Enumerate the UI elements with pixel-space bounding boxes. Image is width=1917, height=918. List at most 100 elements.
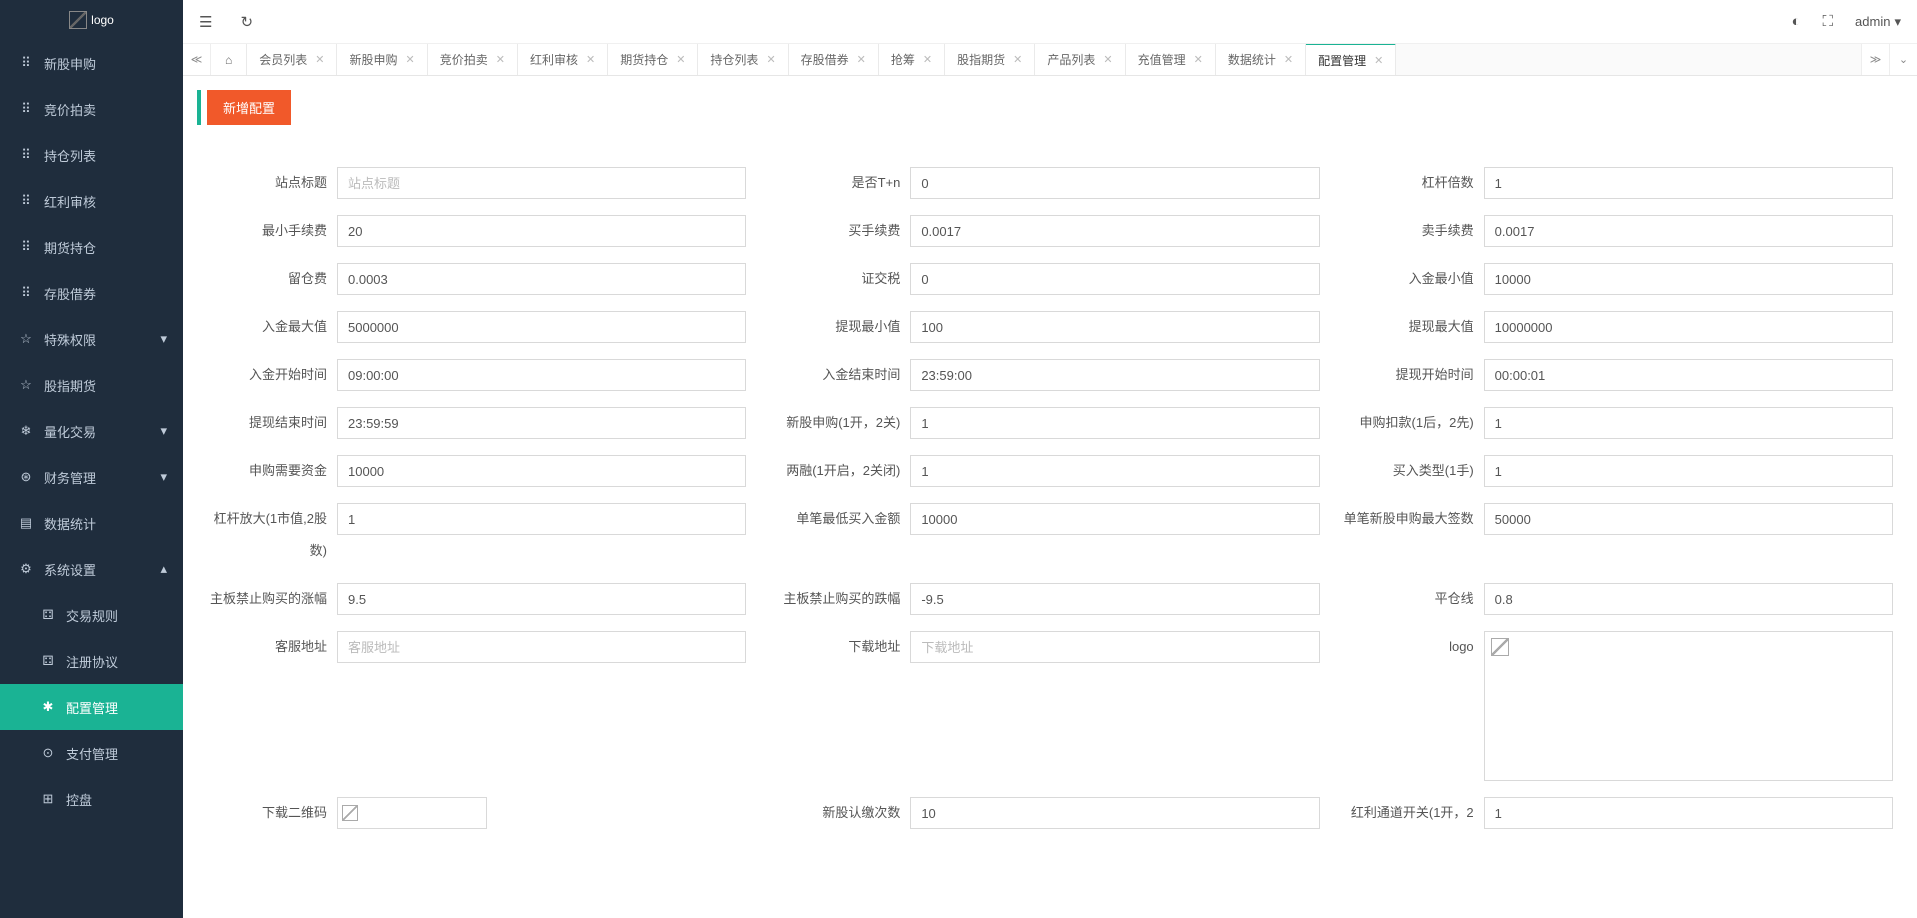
close-icon[interactable]: ✕	[1374, 54, 1383, 67]
menu-label: 交易规则	[66, 606, 118, 625]
input-tn[interactable]	[910, 167, 1319, 199]
sidebar-item-hongli[interactable]: ⠿红利审核	[0, 178, 183, 224]
input-withdraw-min[interactable]	[910, 311, 1319, 343]
sidebar-item-cungu[interactable]: ⠿存股借券	[0, 270, 183, 316]
sidebar-item-teshu[interactable]: ☆特殊权限▾	[0, 316, 183, 362]
input-kefu[interactable]	[337, 631, 746, 663]
input-ipo-max-lot[interactable]	[1484, 503, 1893, 535]
close-icon[interactable]: ✕	[496, 53, 505, 66]
tab-home[interactable]: ⌂	[211, 44, 247, 75]
sidebar-sub-kongpan[interactable]: ⊞控盘	[0, 776, 183, 822]
sidebar-item-guzhi[interactable]: ☆股指期货	[0, 362, 183, 408]
sidebar-item-jingjia[interactable]: ⠿竞价拍卖	[0, 86, 183, 132]
tab-1[interactable]: 新股申购 ✕	[337, 44, 427, 75]
input-margin-switch[interactable]	[910, 455, 1319, 487]
tabs-dropdown[interactable]: ⌄	[1889, 44, 1917, 75]
input-max-down[interactable]	[910, 583, 1319, 615]
input-deposit-max[interactable]	[337, 311, 746, 343]
input-sell-fee[interactable]	[1484, 215, 1893, 247]
sidebar-sub-peizhi[interactable]: ✱配置管理	[0, 684, 183, 730]
sidebar-item-xingu[interactable]: ⠿新股申购	[0, 40, 183, 86]
input-tax[interactable]	[910, 263, 1319, 295]
menu-label: 注册协议	[66, 652, 118, 671]
tab-9[interactable]: 产品列表✕	[1035, 44, 1125, 75]
tab-7[interactable]: 抢筹✕	[879, 44, 945, 75]
qrcode-upload[interactable]	[337, 797, 487, 829]
sidebar-item-chicang[interactable]: ⠿持仓列表	[0, 132, 183, 178]
input-buy-type[interactable]	[1484, 455, 1893, 487]
fullscreen-icon[interactable]: ⛶	[1823, 13, 1834, 30]
input-ipo-fund[interactable]	[337, 455, 746, 487]
label-logo: logo	[1344, 631, 1484, 663]
input-ipo-deduct[interactable]	[1484, 407, 1893, 439]
input-withdraw-start[interactable]	[1484, 359, 1893, 391]
sidebar-sub-zhifu[interactable]: ⊙支付管理	[0, 730, 183, 776]
close-icon[interactable]: ✕	[406, 53, 415, 66]
close-icon[interactable]: ✕	[676, 53, 685, 66]
input-deposit-end[interactable]	[910, 359, 1319, 391]
sidebar-item-shuju[interactable]: ▤数据统计	[0, 500, 183, 546]
sidebar-item-xitong[interactable]: ⚙系统设置▴	[0, 546, 183, 592]
input-deposit-min[interactable]	[1484, 263, 1893, 295]
tab-10[interactable]: 充值管理✕	[1126, 44, 1216, 75]
tab-label: 股指期货	[957, 51, 1005, 68]
close-icon[interactable]: ✕	[586, 53, 595, 66]
logo-upload[interactable]	[1484, 631, 1893, 781]
tab-0[interactable]: 会员列表✕	[247, 44, 337, 75]
input-liquidation[interactable]	[1484, 583, 1893, 615]
input-site-title[interactable]	[337, 167, 746, 199]
close-icon[interactable]: ✕	[766, 53, 775, 66]
input-leverage[interactable]	[1484, 167, 1893, 199]
input-ipo-switch[interactable]	[910, 407, 1319, 439]
close-icon[interactable]: ✕	[315, 53, 324, 66]
menu-label: 财务管理	[44, 468, 96, 487]
tab-label: 新股申购	[349, 51, 397, 68]
close-icon[interactable]: ✕	[857, 53, 866, 66]
sidebar-sub-zhuce[interactable]: ⚃注册协议	[0, 638, 183, 684]
input-ipo-count[interactable]	[910, 797, 1319, 829]
close-icon[interactable]: ✕	[1103, 53, 1112, 66]
tab-3[interactable]: 红利审核✕	[518, 44, 608, 75]
tabs-scroll-right[interactable]: ≫	[1861, 44, 1889, 75]
refresh-icon[interactable]: ↻	[240, 13, 253, 31]
input-deposit-start[interactable]	[337, 359, 746, 391]
tab-5[interactable]: 持仓列表✕	[698, 44, 788, 75]
tabs-scroll-left[interactable]: ≪	[183, 44, 211, 75]
input-withdraw-max[interactable]	[1484, 311, 1893, 343]
sidebar-sub-jiaoyi[interactable]: ⚃交易规则	[0, 592, 183, 638]
input-min-buy-amount[interactable]	[910, 503, 1319, 535]
input-max-up[interactable]	[337, 583, 746, 615]
close-icon[interactable]: ✕	[923, 53, 932, 66]
sidebar-item-caiwu[interactable]: ⊛财务管理▾	[0, 454, 183, 500]
collapse-icon[interactable]: ☰	[199, 13, 212, 31]
input-hold-fee[interactable]	[337, 263, 746, 295]
theme-icon[interactable]: ◐	[1791, 13, 1800, 30]
close-icon[interactable]: ✕	[1013, 53, 1022, 66]
user-menu[interactable]: admin ▾	[1855, 14, 1901, 30]
add-config-button[interactable]: 新增配置	[207, 90, 291, 125]
tab-label: 竞价拍卖	[440, 51, 488, 68]
close-icon[interactable]: ✕	[1284, 53, 1293, 66]
label-deposit-min: 入金最小值	[1344, 263, 1484, 295]
tab-8[interactable]: 股指期货 ✕	[945, 44, 1035, 75]
menu-icon: ⊞	[40, 791, 56, 807]
label-max-up: 主板禁止购买的涨幅	[197, 583, 337, 615]
tab-2[interactable]: 竞价拍卖 ✕	[428, 44, 518, 75]
label-tn: 是否T+n	[770, 167, 910, 199]
input-download-url[interactable]	[910, 631, 1319, 663]
tab-label: 配置管理	[1318, 52, 1366, 69]
sidebar-item-qihuo[interactable]: ⠿期货持仓	[0, 224, 183, 270]
input-withdraw-end[interactable]	[337, 407, 746, 439]
input-min-fee[interactable]	[337, 215, 746, 247]
tab-12[interactable]: 配置管理 ✕	[1306, 44, 1396, 75]
tab-6[interactable]: 存股借券✕	[789, 44, 879, 75]
input-leverage-amp[interactable]	[337, 503, 746, 535]
chevron-down-icon: ▾	[1894, 14, 1901, 30]
input-buy-fee[interactable]	[910, 215, 1319, 247]
sidebar-item-lianghua[interactable]: ❄量化交易▾	[0, 408, 183, 454]
close-icon[interactable]: ✕	[1194, 53, 1203, 66]
tab-11[interactable]: 数据统计✕	[1216, 44, 1306, 75]
label-download-url: 下载地址	[770, 631, 910, 663]
tab-4[interactable]: 期货持仓✕	[608, 44, 698, 75]
input-dividend-switch[interactable]	[1484, 797, 1893, 829]
